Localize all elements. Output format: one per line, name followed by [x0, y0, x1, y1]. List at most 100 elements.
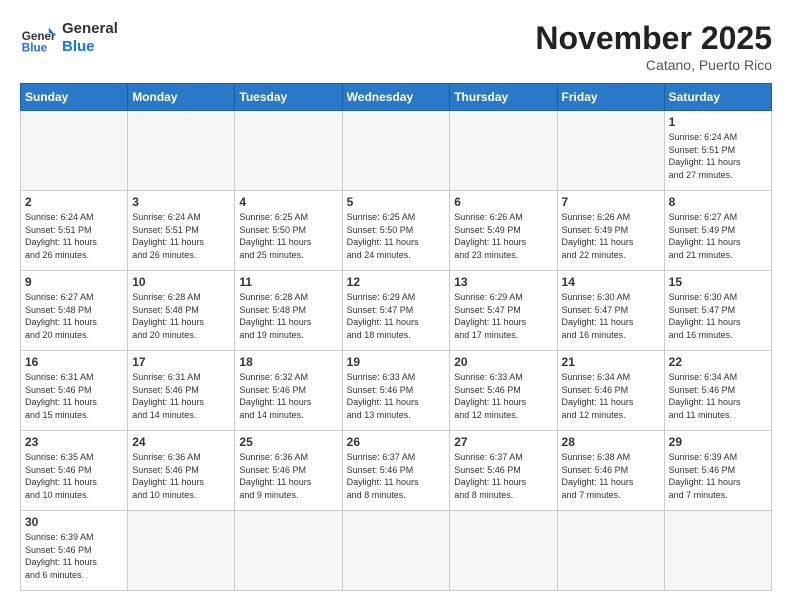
day-number: 21 [562, 355, 660, 369]
calendar-cell [450, 111, 557, 191]
calendar-cell: 10Sunrise: 6:28 AM Sunset: 5:48 PM Dayli… [128, 271, 235, 351]
calendar-cell: 4 Sunrise: 6:25 AM Sunset: 5:50 PM Daylig… [235, 191, 342, 271]
day-number: 9 [25, 275, 123, 289]
calendar-week-1: 1 Sunrise: 6:24 AM Sunset: 5:51 PM Daylig… [21, 111, 772, 191]
calendar-week-5: 23Sunrise: 6:35 AM Sunset: 5:46 PM Dayli… [21, 431, 772, 511]
calendar-cell: 22Sunrise: 6:34 AM Sunset: 5:46 PM Dayli… [664, 351, 771, 431]
calendar-cell: 12Sunrise: 6:29 AM Sunset: 5:47 PM Dayli… [342, 271, 450, 351]
day-info: Sunrise: 6:26 AM Sunset: 5:49 PM Dayligh… [562, 211, 660, 261]
day-info: Sunrise: 6:31 AM Sunset: 5:46 PM Dayligh… [25, 371, 123, 421]
logo-icon: General Blue [20, 20, 56, 56]
day-info: Sunrise: 6:27 AM Sunset: 5:48 PM Dayligh… [25, 291, 123, 341]
day-number: 16 [25, 355, 123, 369]
day-number: 27 [454, 435, 552, 449]
day-info: Sunrise: 6:30 AM Sunset: 5:47 PM Dayligh… [669, 291, 767, 341]
calendar-cell: 14Sunrise: 6:30 AM Sunset: 5:47 PM Dayli… [557, 271, 664, 351]
day-info: Sunrise: 6:34 AM Sunset: 5:46 PM Dayligh… [562, 371, 660, 421]
calendar-cell [450, 511, 557, 591]
day-info: Sunrise: 6:39 AM Sunset: 5:46 PM Dayligh… [25, 531, 123, 581]
calendar-cell: 24 Sunrise: 6:36 AM Sunset: 5:46 PM Dayli… [128, 431, 235, 511]
header-wednesday: Wednesday [342, 84, 450, 111]
day-number: 25 [239, 435, 337, 449]
day-number: 12 [347, 275, 446, 289]
calendar-cell [128, 511, 235, 591]
day-info: Sunrise: 6:29 AM Sunset: 5:47 PM Dayligh… [454, 291, 552, 341]
day-number: 29 [669, 435, 767, 449]
day-number: 19 [347, 355, 446, 369]
day-info: Sunrise: 6:33 AM Sunset: 5:46 PM Dayligh… [347, 371, 446, 421]
header-thursday: Thursday [450, 84, 557, 111]
calendar-cell: 23Sunrise: 6:35 AM Sunset: 5:46 PM Dayli… [21, 431, 128, 511]
day-info: Sunrise: 6:36 AM Sunset: 5:46 PM Dayligh… [132, 451, 230, 501]
calendar-cell: 1 Sunrise: 6:24 AM Sunset: 5:51 PM Daylig… [664, 111, 771, 191]
calendar-cell: 19 Sunrise: 6:33 AM Sunset: 5:46 PM Dayli… [342, 351, 450, 431]
calendar-week-6: 30Sunrise: 6:39 AM Sunset: 5:46 PM Dayli… [21, 511, 772, 591]
header-sunday: Sunday [21, 84, 128, 111]
day-info: Sunrise: 6:37 AM Sunset: 5:46 PM Dayligh… [347, 451, 446, 501]
calendar-cell: 6 Sunrise: 6:26 AM Sunset: 5:49 PM Daylig… [450, 191, 557, 271]
calendar-cell [21, 111, 128, 191]
calendar-cell [342, 111, 450, 191]
day-number: 17 [132, 355, 230, 369]
title-block: November 2025 Catano, Puerto Rico [535, 20, 772, 73]
day-number: 18 [239, 355, 337, 369]
day-info: Sunrise: 6:36 AM Sunset: 5:46 PM Dayligh… [239, 451, 337, 501]
day-info: Sunrise: 6:24 AM Sunset: 5:51 PM Dayligh… [25, 211, 123, 261]
calendar-cell: 30Sunrise: 6:39 AM Sunset: 5:46 PM Dayli… [21, 511, 128, 591]
month-title: November 2025 [535, 20, 772, 57]
day-info: Sunrise: 6:31 AM Sunset: 5:46 PM Dayligh… [132, 371, 230, 421]
logo-general-text: General [62, 20, 118, 38]
calendar-cell: 2 Sunrise: 6:24 AM Sunset: 5:51 PM Daylig… [21, 191, 128, 271]
header-friday: Friday [557, 84, 664, 111]
calendar-week-4: 16 Sunrise: 6:31 AM Sunset: 5:46 PM Dayli… [21, 351, 772, 431]
calendar-cell: 18 Sunrise: 6:32 AM Sunset: 5:46 PM Dayli… [235, 351, 342, 431]
day-number: 22 [669, 355, 767, 369]
day-number: 4 [239, 195, 337, 209]
day-number: 3 [132, 195, 230, 209]
day-number: 1 [669, 115, 767, 129]
calendar-cell: 13Sunrise: 6:29 AM Sunset: 5:47 PM Dayli… [450, 271, 557, 351]
calendar-table: Sunday Monday Tuesday Wednesday Thursday… [20, 83, 772, 591]
day-info: Sunrise: 6:24 AM Sunset: 5:51 PM Dayligh… [669, 131, 767, 181]
calendar-cell [664, 511, 771, 591]
day-info: Sunrise: 6:32 AM Sunset: 5:46 PM Dayligh… [239, 371, 337, 421]
page-header: General Blue General Blue November 2025 … [20, 20, 772, 73]
day-number: 6 [454, 195, 552, 209]
weekday-row: Sunday Monday Tuesday Wednesday Thursday… [21, 84, 772, 111]
day-info: Sunrise: 6:25 AM Sunset: 5:50 PM Dayligh… [239, 211, 337, 261]
calendar-cell: 5 Sunrise: 6:25 AM Sunset: 5:50 PM Daylig… [342, 191, 450, 271]
day-info: Sunrise: 6:28 AM Sunset: 5:48 PM Dayligh… [132, 291, 230, 341]
day-info: Sunrise: 6:37 AM Sunset: 5:46 PM Dayligh… [454, 451, 552, 501]
day-number: 5 [347, 195, 446, 209]
calendar-cell: 25 Sunrise: 6:36 AM Sunset: 5:46 PM Dayli… [235, 431, 342, 511]
day-info: Sunrise: 6:35 AM Sunset: 5:46 PM Dayligh… [25, 451, 123, 501]
day-number: 24 [132, 435, 230, 449]
day-number: 28 [562, 435, 660, 449]
location: Catano, Puerto Rico [535, 57, 772, 73]
day-number: 7 [562, 195, 660, 209]
day-number: 8 [669, 195, 767, 209]
day-number: 20 [454, 355, 552, 369]
calendar-body: 1 Sunrise: 6:24 AM Sunset: 5:51 PM Daylig… [21, 111, 772, 591]
header-monday: Monday [128, 84, 235, 111]
day-number: 26 [347, 435, 446, 449]
calendar-cell [235, 511, 342, 591]
calendar-cell [557, 511, 664, 591]
day-info: Sunrise: 6:26 AM Sunset: 5:49 PM Dayligh… [454, 211, 552, 261]
calendar-cell [235, 111, 342, 191]
day-info: Sunrise: 6:28 AM Sunset: 5:48 PM Dayligh… [239, 291, 337, 341]
header-tuesday: Tuesday [235, 84, 342, 111]
calendar-cell: 15Sunrise: 6:30 AM Sunset: 5:47 PM Dayli… [664, 271, 771, 351]
calendar-cell: 21 Sunrise: 6:34 AM Sunset: 5:46 PM Dayli… [557, 351, 664, 431]
header-saturday: Saturday [664, 84, 771, 111]
day-number: 11 [239, 275, 337, 289]
day-info: Sunrise: 6:25 AM Sunset: 5:50 PM Dayligh… [347, 211, 446, 261]
calendar-week-3: 9 Sunrise: 6:27 AM Sunset: 5:48 PM Daylig… [21, 271, 772, 351]
day-info: Sunrise: 6:27 AM Sunset: 5:49 PM Dayligh… [669, 211, 767, 261]
svg-text:Blue: Blue [22, 42, 48, 55]
day-number: 2 [25, 195, 123, 209]
day-info: Sunrise: 6:38 AM Sunset: 5:46 PM Dayligh… [562, 451, 660, 501]
day-info: Sunrise: 6:33 AM Sunset: 5:46 PM Dayligh… [454, 371, 552, 421]
calendar-cell: 20 Sunrise: 6:33 AM Sunset: 5:46 PM Dayli… [450, 351, 557, 431]
calendar-cell: 9 Sunrise: 6:27 AM Sunset: 5:48 PM Daylig… [21, 271, 128, 351]
